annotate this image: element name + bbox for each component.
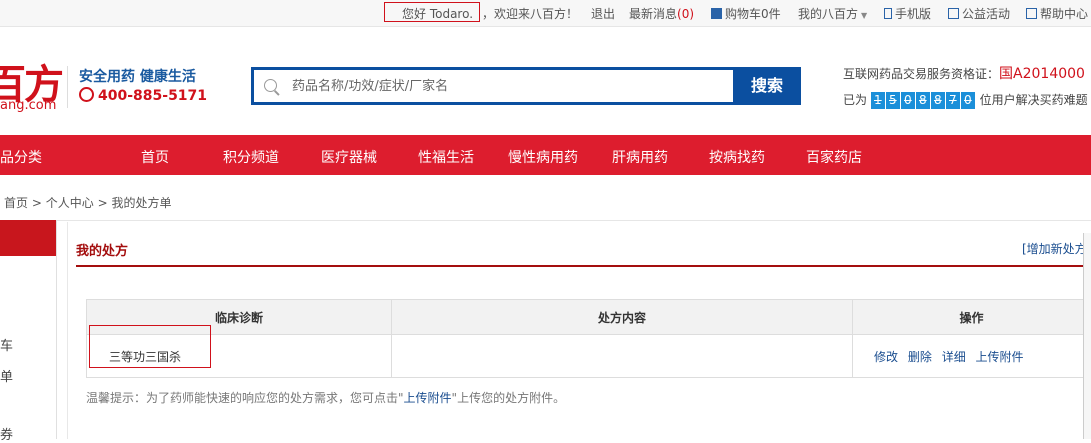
divider — [0, 220, 1091, 221]
nav-item-by-disease[interactable]: 按病找药 — [709, 147, 765, 167]
breadcrumb-user-center[interactable]: 个人中心 — [46, 196, 94, 210]
breadcrumb-separator: > — [97, 196, 112, 210]
sidebar-item-coupons[interactable]: 券 — [0, 424, 13, 443]
nav-item-home[interactable]: 首页 — [141, 147, 169, 167]
charity-icon — [948, 8, 959, 19]
tip-upload-link[interactable]: 上传附件 — [404, 391, 452, 405]
breadcrumb: 首页 > 个人中心 > 我的处方单 — [4, 194, 171, 211]
upload-attachment-link[interactable]: 上传附件 — [976, 350, 1024, 364]
logo-divider — [67, 66, 68, 108]
column-header-actions: 操作 — [852, 299, 1091, 335]
sidebar-header — [0, 220, 56, 256]
content-cell — [391, 334, 853, 378]
tip-prefix: 温馨提示：为了药师能快速的响应您的处方需求，您可点击" — [86, 391, 404, 405]
charity-link[interactable]: 公益活动 — [948, 5, 1010, 22]
detail-link[interactable]: 详细 — [942, 350, 966, 364]
counter-digit: 5 — [885, 92, 900, 109]
nav-category[interactable]: 品分类 — [0, 147, 42, 167]
license-label: 互联网药品交易服务资格证： — [843, 67, 1000, 81]
counter-digit: 1 — [870, 92, 885, 109]
messages-label: 最新消息 — [629, 7, 678, 21]
mobile-label: 手机版 — [895, 7, 932, 21]
nav-item-sex-life[interactable]: 性福生活 — [418, 147, 474, 167]
welcome-text: ，欢迎来八百方！ — [482, 7, 579, 21]
phone-icon — [884, 8, 892, 19]
search-button[interactable]: 搜索 — [733, 67, 801, 105]
counter-digit: 7 — [945, 92, 960, 109]
breadcrumb-separator: > — [31, 196, 46, 210]
page-title: 我的处方 — [76, 244, 129, 259]
prescription-table: 临床诊断 处方内容 操作 三等功三国杀 修改 删除 详细 上传附件 — [86, 299, 1091, 378]
hotline: 400-885-5171 — [79, 87, 207, 104]
counter-digit: 8 — [930, 92, 945, 109]
slogan: 安全用药 健康生活 — [79, 69, 196, 85]
counter-digit: 8 — [915, 92, 930, 109]
sidebar-item-orders[interactable]: 单 — [0, 366, 13, 385]
delete-link[interactable]: 删除 — [908, 350, 932, 364]
top-bar: 您好 Todaro. ，欢迎来八百方！ 退出 最新消息(0) 购物车0件 我的八… — [0, 0, 1091, 27]
cart-label: 购物车0件 — [725, 7, 781, 21]
nav-item-pharmacies[interactable]: 百家药店 — [806, 147, 862, 167]
my-account-menu[interactable]: 我的八百方 ▼ — [798, 5, 867, 22]
help-link[interactable]: 帮助中心 — [1026, 5, 1088, 22]
right-float-bar[interactable] — [1083, 233, 1091, 439]
actions-cell: 修改 删除 详细 上传附件 — [852, 334, 1091, 378]
user-counter: 已为 1508870 位用户解决买药难题 — [843, 91, 1088, 109]
mobile-link[interactable]: 手机版 — [884, 5, 931, 22]
tip-text: 温馨提示：为了药师能快速的响应您的处方需求，您可点击"上传附件"上传您的处方附件… — [86, 389, 565, 406]
diagnosis-highlight — [89, 325, 211, 368]
tip-suffix: "上传您的处方附件。 — [451, 391, 566, 405]
column-header-content: 处方内容 — [391, 299, 853, 335]
edit-link[interactable]: 修改 — [874, 350, 898, 364]
counter-prefix: 已为 — [843, 93, 868, 107]
logo-domain: ang.com — [0, 98, 57, 113]
table-row: 三等功三国杀 修改 删除 详细 上传附件 — [86, 334, 1091, 378]
nav-item-points[interactable]: 积分频道 — [223, 147, 279, 167]
sidebar-item-cart[interactable]: 车 — [0, 335, 13, 354]
phone-call-icon — [79, 87, 94, 102]
my-account-label: 我的八百方 — [798, 7, 859, 21]
chevron-down-icon: ▼ — [861, 11, 868, 20]
breadcrumb-current: 我的处方单 — [111, 196, 172, 210]
nav-item-chronic[interactable]: 慢性病用药 — [508, 147, 578, 167]
license-code: 国A2014000 — [999, 66, 1085, 82]
nav-item-liver[interactable]: 肝病用药 — [612, 147, 668, 167]
help-label: 帮助中心 — [1040, 7, 1089, 21]
counter-digits: 1508870 — [870, 92, 976, 109]
cart-link[interactable]: 购物车0件 — [711, 5, 781, 22]
search-icon — [264, 79, 277, 92]
counter-digit: 0 — [900, 92, 915, 109]
table-header-row: 临床诊断 处方内容 操作 — [86, 299, 1091, 335]
hotline-number: 400-885-5171 — [98, 88, 208, 104]
license-info: 互联网药品交易服务资格证：国A2014000 — [843, 63, 1085, 83]
greeting: 您好 Todaro. — [402, 7, 474, 21]
messages-count: (0) — [677, 7, 695, 21]
help-icon — [1026, 8, 1037, 19]
breadcrumb-home[interactable]: 首页 — [4, 196, 28, 210]
messages-link[interactable]: 最新消息(0) — [629, 5, 694, 22]
title-underline — [76, 265, 1091, 267]
search-input[interactable] — [292, 77, 722, 95]
cart-icon — [711, 8, 722, 19]
counter-digit: 0 — [960, 92, 975, 109]
add-prescription-link[interactable]: [增加新处方 — [1022, 240, 1087, 257]
nav-item-devices[interactable]: 医疗器械 — [321, 147, 377, 167]
logout-link[interactable]: 退出 — [591, 5, 615, 22]
counter-suffix: 位用户解决买药难题 — [979, 93, 1088, 107]
charity-label: 公益活动 — [962, 7, 1011, 21]
